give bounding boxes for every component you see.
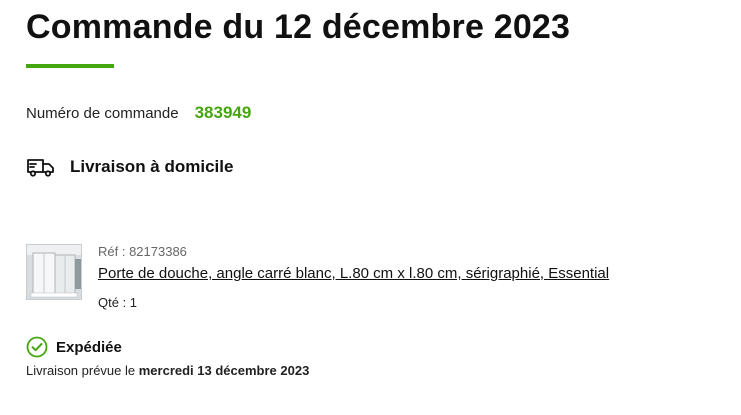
delivery-mode-label: Livraison à domicile (70, 157, 234, 176)
delivery-estimate-date: mercredi 13 décembre 2023 (138, 363, 310, 378)
delivery-estimate-prefix: Livraison prévue le (26, 363, 136, 378)
product-quantity: Qté : 1 (98, 295, 138, 310)
product-name-link[interactable]: Porte de douche, angle carré blanc, L.80… (98, 265, 609, 282)
order-number-label: Numéro de commande (26, 105, 179, 122)
order-number-row: Numéro de commande 383949 (26, 103, 251, 123)
shipment-status-label: Expédiée (56, 338, 122, 356)
product-reference: Réf : 82173386 (98, 244, 187, 259)
order-number-value: 383949 (194, 103, 252, 122)
shipment-status: Expédiée (26, 336, 122, 358)
title-underline (26, 64, 114, 68)
delivery-mode: Livraison à domicile (26, 155, 233, 179)
delivery-estimate: Livraison prévue le mercredi 13 décembre… (26, 363, 309, 378)
truck-icon (26, 155, 56, 179)
check-circle-icon (26, 336, 48, 358)
page-title: Commande du 12 décembre 2023 (26, 8, 571, 46)
product-thumbnail[interactable] (26, 244, 82, 300)
